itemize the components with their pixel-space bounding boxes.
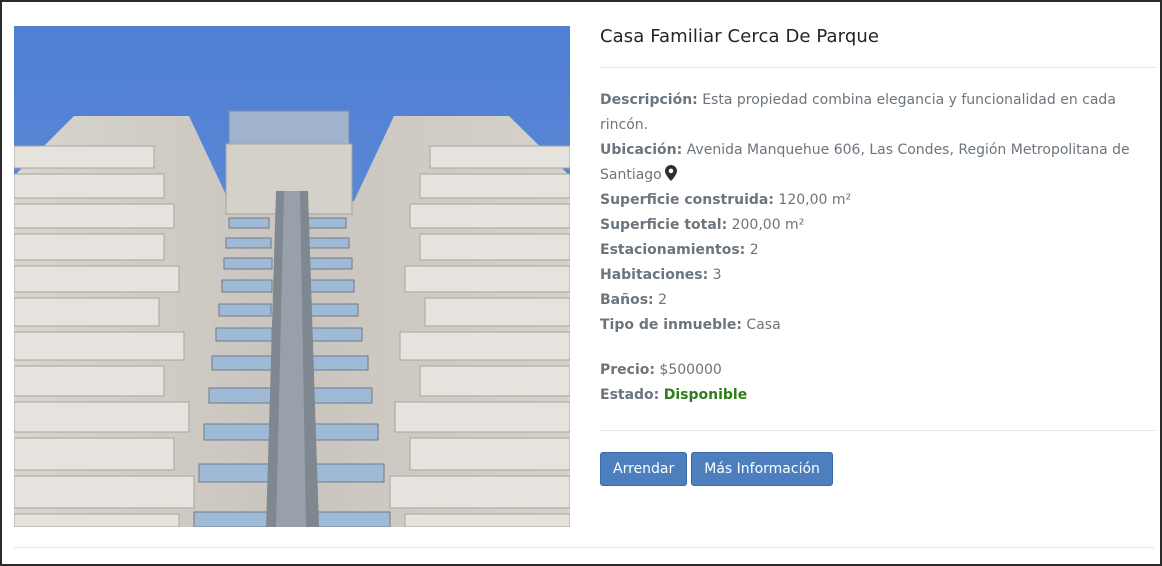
price-label: Precio:	[600, 362, 655, 378]
total-area-row: Superficie total: 200,00 m²	[600, 213, 1156, 238]
parking-row: Estacionamientos: 2	[600, 238, 1156, 263]
divider	[600, 67, 1156, 68]
rent-button[interactable]: Arrendar	[600, 452, 688, 486]
divider	[14, 547, 1154, 548]
location-row: Ubicación: Avenida Manquehue 606, Las Co…	[600, 138, 1156, 188]
property-title: Casa Familiar Cerca De Parque	[600, 26, 880, 47]
built-area-label: Superficie construida:	[600, 192, 774, 208]
built-area-row: Superficie construida: 120,00 m²	[600, 188, 1156, 213]
price-value: $500000	[654, 362, 722, 378]
parking-value: 2	[745, 242, 759, 258]
total-area-label: Superficie total:	[600, 217, 728, 233]
rooms-label: Habitaciones:	[600, 267, 709, 283]
price-row: Precio: $500000	[600, 358, 1156, 383]
divider	[600, 430, 1156, 431]
property-details: Casa Familiar Cerca De Parque Descripció…	[600, 24, 1156, 486]
built-area-value: 120,00 m²	[773, 192, 852, 208]
rooms-row: Habitaciones: 3	[600, 263, 1156, 288]
action-bar: Arrendar Más Información	[600, 452, 1156, 486]
property-type-value: Casa	[741, 317, 781, 333]
property-type-label: Tipo de inmueble:	[600, 317, 742, 333]
rooms-value: 3	[708, 267, 722, 283]
more-info-button[interactable]: Más Información	[691, 452, 833, 486]
description-label: Descripción:	[600, 92, 698, 108]
status-badge: Disponible	[663, 387, 748, 403]
location-label: Ubicación:	[600, 142, 683, 158]
parking-label: Estacionamientos:	[600, 242, 746, 258]
bathrooms-value: 2	[653, 292, 667, 308]
status-row: Estado: Disponible	[600, 383, 1156, 408]
description-row: Descripción: Esta propiedad combina eleg…	[600, 88, 1156, 138]
status-label: Estado:	[600, 387, 660, 403]
property-card: Casa Familiar Cerca De Parque Descripció…	[0, 0, 1162, 566]
total-area-value: 200,00 m²	[727, 217, 805, 233]
property-type-row: Tipo de inmueble: Casa	[600, 313, 1156, 338]
property-photo	[14, 26, 570, 527]
bathrooms-row: Baños: 2	[600, 288, 1156, 313]
bathrooms-label: Baños:	[600, 292, 654, 308]
property-info: Descripción: Esta propiedad combina eleg…	[600, 88, 1156, 408]
map-pin-icon[interactable]	[664, 165, 677, 181]
